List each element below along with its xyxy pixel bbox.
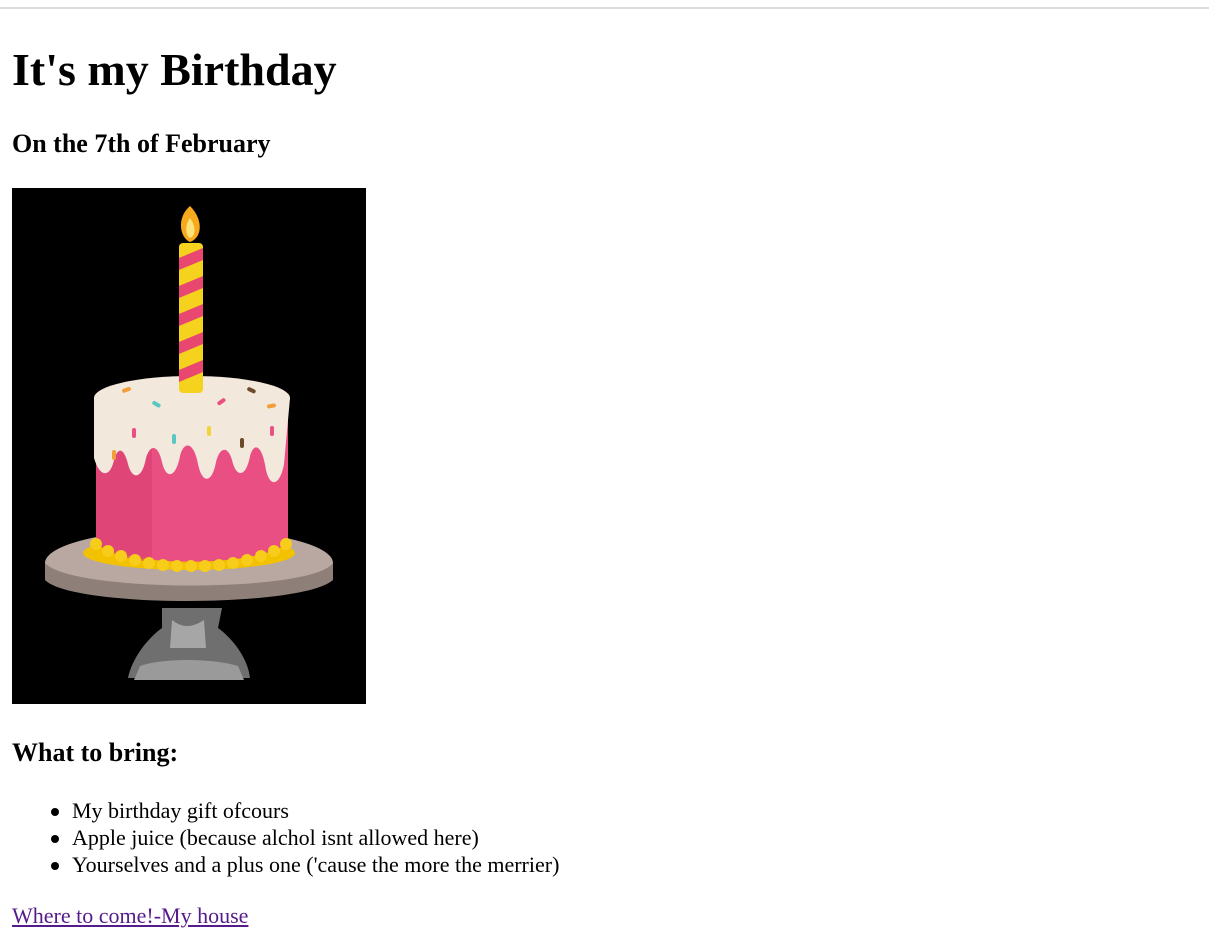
top-divider (0, 7, 1209, 9)
birthday-cake-image (12, 188, 366, 704)
page-title: It's my Birthday (12, 44, 337, 95)
event-date-subtitle: On the 7th of February (12, 129, 271, 158)
what-to-bring-heading: What to bring: (12, 738, 179, 767)
list-item: My birthday gift ofcours (50, 797, 559, 824)
list-item: Apple juice (because alchol isnt allowed… (50, 824, 559, 851)
bring-list: My birthday gift ofcours Apple juice (be… (12, 797, 559, 878)
list-item: Yourselves and a plus one ('cause the mo… (50, 852, 560, 877)
where-to-come-link[interactable]: Where to come!-My house (12, 902, 248, 930)
